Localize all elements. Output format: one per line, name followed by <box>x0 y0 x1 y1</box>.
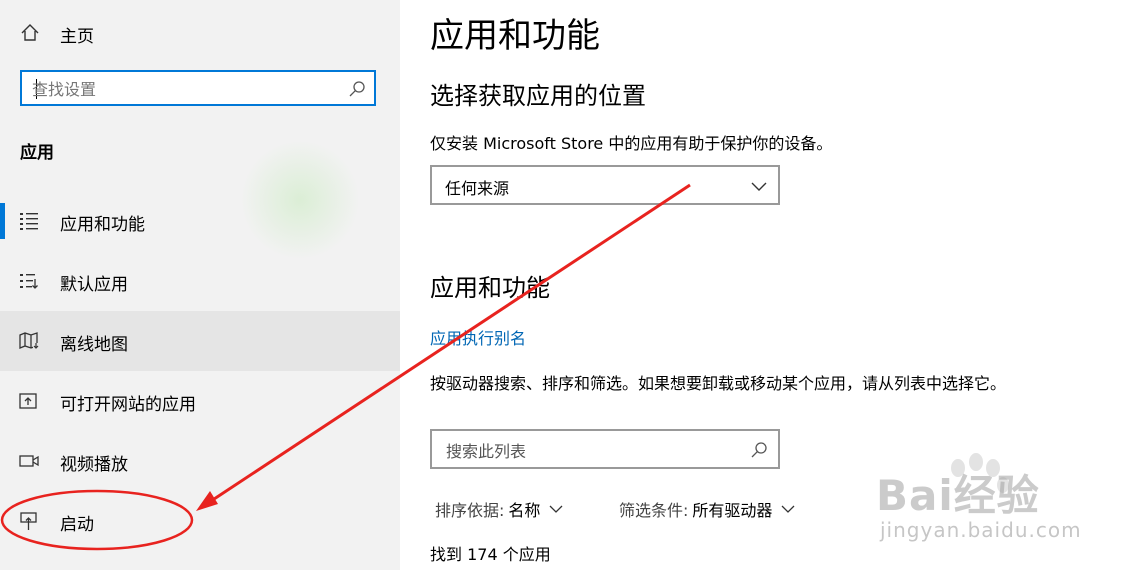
choose-location-heading: 选择获取应用的位置 <box>430 82 646 110</box>
settings-sidebar: 主页 应用 应用和功能 <box>0 0 400 570</box>
sort-by-selector[interactable]: 排序依据: 名称 <box>435 497 564 521</box>
sidebar-item-video-playback[interactable]: 视频播放 <box>0 431 400 491</box>
sidebar-item-label: 默认应用 <box>60 275 128 295</box>
settings-search-input[interactable] <box>30 76 334 102</box>
sidebar-item-label: 启动 <box>60 515 94 535</box>
filter-value: 所有驱动器 <box>692 501 773 520</box>
dropdown-value: 任何来源 <box>445 179 510 198</box>
watermark-brand: Bai经验 <box>876 471 1040 520</box>
home-label: 主页 <box>60 27 94 47</box>
search-icon[interactable] <box>750 441 768 459</box>
sidebar-item-offline-maps[interactable]: 离线地图 <box>0 311 400 371</box>
sidebar-item-apps-features[interactable]: 应用和功能 <box>0 191 400 251</box>
offline-map-icon <box>19 332 39 349</box>
sidebar-section-title: 应用 <box>20 143 54 163</box>
sidebar-item-label: 应用和功能 <box>60 215 145 235</box>
search-icon[interactable] <box>348 80 366 98</box>
sidebar-item-default-apps[interactable]: 默认应用 <box>0 251 400 311</box>
settings-search-box[interactable] <box>20 70 376 106</box>
chevron-down-icon <box>781 505 795 513</box>
chevron-down-icon <box>751 182 767 191</box>
filter-by-selector[interactable]: 筛选条件: 所有驱动器 <box>619 497 796 521</box>
sidebar-item-apps-for-websites[interactable]: 可打开网站的应用 <box>0 371 400 431</box>
sort-label: 排序依据: <box>435 501 505 520</box>
page-title: 应用和功能 <box>430 16 600 56</box>
video-playback-icon <box>19 455 39 467</box>
list-search-box[interactable] <box>430 429 780 469</box>
apps-for-websites-icon <box>19 393 37 409</box>
chevron-down-icon <box>549 505 563 513</box>
sidebar-item-label: 可打开网站的应用 <box>60 395 196 415</box>
apps-features-heading: 应用和功能 <box>430 274 550 302</box>
apps-features-description: 按驱动器搜索、排序和筛选。如果想要卸载或移动某个应用，请从列表中选择它。 <box>430 374 1007 393</box>
sidebar-home[interactable]: 主页 <box>0 12 400 52</box>
app-count: 找到 174 个应用 <box>430 545 551 564</box>
sidebar-item-startup[interactable]: 启动 <box>0 491 400 551</box>
sidebar-item-label: 离线地图 <box>60 335 128 355</box>
selected-indicator <box>0 203 5 239</box>
sort-value: 名称 <box>508 501 541 520</box>
default-apps-icon <box>20 274 38 289</box>
list-search-input[interactable] <box>444 438 738 464</box>
home-icon <box>21 24 39 41</box>
watermark-url: jingyan.baidu.com <box>880 518 1082 542</box>
app-execution-alias-link[interactable]: 应用执行别名 <box>430 325 526 349</box>
choose-location-description: 仅安装 Microsoft Store 中的应用有助于保护你的设备。 <box>430 134 833 153</box>
app-source-dropdown[interactable]: 任何来源 <box>430 165 780 205</box>
sidebar-item-label: 视频播放 <box>60 455 128 475</box>
startup-icon <box>20 512 37 530</box>
apps-list-icon <box>20 213 38 230</box>
filter-label: 筛选条件: <box>619 501 689 520</box>
